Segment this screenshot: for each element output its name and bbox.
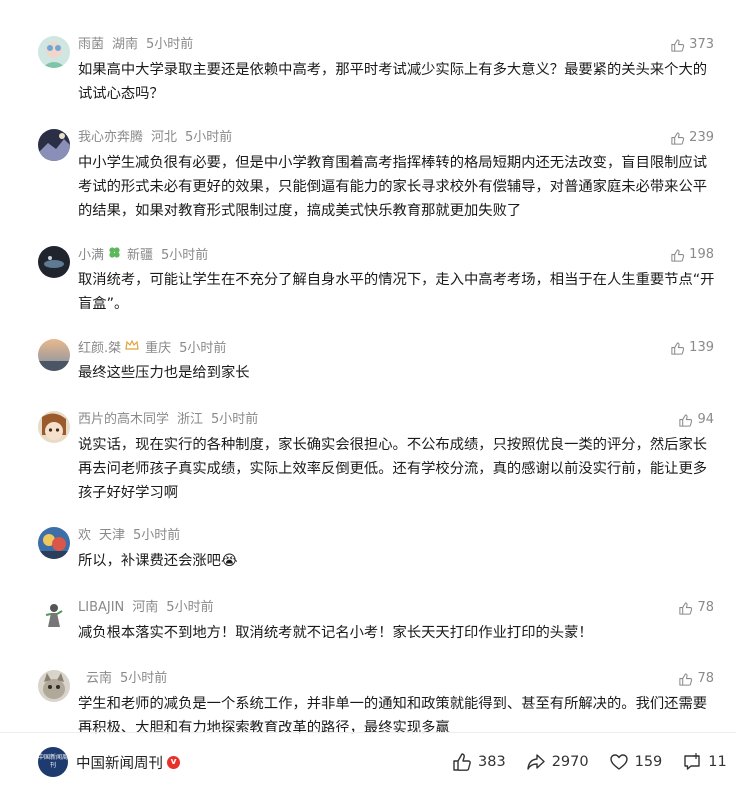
comment-button[interactable]: 11	[682, 752, 727, 772]
location: 浙江	[177, 412, 204, 427]
like-count: 239	[689, 130, 714, 145]
avatar[interactable]	[38, 599, 70, 631]
location: 湖南	[112, 37, 139, 52]
avatar[interactable]	[38, 36, 70, 68]
thumbs-up-icon	[453, 753, 471, 771]
avatar[interactable]	[38, 246, 70, 278]
username[interactable]: 红颜.桀	[78, 341, 121, 356]
like-button[interactable]: 198	[670, 246, 714, 264]
timestamp: 5小时前	[120, 671, 168, 686]
location: 重庆	[145, 340, 172, 356]
avatar[interactable]	[38, 129, 70, 161]
share-icon	[526, 754, 545, 770]
timestamp: 5小时前	[211, 412, 259, 427]
comment-icon	[684, 753, 700, 770]
like-button[interactable]: 239	[670, 129, 714, 147]
share-button[interactable]: 2970	[526, 752, 589, 772]
username[interactable]: 西片的高木同学	[78, 412, 169, 427]
location: 天津	[99, 528, 126, 543]
favorite-button[interactable]: 159	[609, 752, 663, 772]
like-button[interactable]: 94	[678, 411, 714, 429]
comment-text: 说实话，现在实行的各种制度，家长确实会很担心。不公布成绩，只按照优良一类的评分，…	[78, 437, 708, 501]
like-count: 373	[689, 37, 714, 52]
comment-meta: 西片的高木同学 浙江 5小时前	[78, 411, 266, 429]
comment-count: 11	[708, 754, 727, 770]
timestamp: 5小时前	[166, 600, 214, 615]
crown-icon	[125, 339, 139, 357]
location: 云南	[86, 671, 113, 686]
share-count: 2970	[551, 754, 589, 770]
like-count: 198	[689, 247, 714, 262]
favorite-count: 159	[634, 754, 663, 770]
source-logo[interactable]: 中国新闻周刊	[38, 747, 68, 777]
thumbs-up-icon	[671, 131, 685, 145]
username[interactable]: 雨菌	[78, 37, 104, 52]
thumbs-up-icon	[671, 341, 685, 355]
username[interactable]: 小满	[78, 248, 104, 263]
comment-meta: LIBAJIN 河南 5小时前	[78, 599, 222, 617]
like-count: 139	[689, 340, 714, 355]
source-logo-text: 中国新闻周刊	[38, 754, 68, 769]
comment-meta: 小满 新疆 5小时前	[78, 246, 216, 264]
location: 河北	[151, 130, 178, 145]
like-count: 94	[697, 412, 714, 427]
comment-meta: 云南 5小时前	[78, 670, 175, 688]
comment-text: 中小学生减负很有必要，但是中小学教育围着高考指挥棒转的格局短期内还无法改变，盲目…	[78, 155, 708, 219]
location: 河南	[132, 600, 159, 615]
source-name: 中国新闻周刊	[76, 756, 163, 772]
comment-text: 减负根本落实不到地方！取消统考就不记名小考！家长天天打印作业打印的头蒙！	[78, 625, 593, 641]
thumbs-up-icon	[671, 38, 685, 52]
timestamp: 5小时前	[146, 37, 194, 52]
like-button[interactable]: 78	[678, 670, 714, 688]
timestamp: 5小时前	[161, 248, 209, 263]
thumbs-up-icon	[679, 601, 693, 615]
like-button[interactable]: 139	[670, 339, 714, 357]
timestamp: 5小时前	[179, 340, 227, 356]
avatar[interactable]	[38, 411, 70, 443]
like-count: 78	[697, 671, 714, 686]
post-actions: 383 2970 159 11	[452, 752, 727, 772]
comment-text: 所以，补课费还会涨吧😭	[78, 553, 238, 569]
avatar[interactable]	[38, 670, 70, 702]
timestamp: 5小时前	[185, 130, 233, 145]
username[interactable]: LIBAJIN	[78, 600, 124, 615]
thumbs-up-icon	[679, 672, 693, 686]
comment-text: 如果高中大学录取主要还是依赖中高考，那平时考试减少实际上有多大意义？最要紧的关头…	[78, 62, 708, 102]
like-button[interactable]: 78	[678, 599, 714, 617]
comment-meta: 欢天津 5小时前	[78, 527, 188, 545]
thumbs-up-icon	[679, 413, 693, 427]
post-like-count: 383	[478, 754, 506, 770]
location: 新疆	[127, 248, 154, 263]
thumbs-up-icon	[671, 248, 685, 262]
heart-icon	[609, 754, 628, 770]
timestamp: 5小时前	[133, 528, 181, 543]
avatar[interactable]	[38, 527, 70, 559]
like-post-button[interactable]: 383	[452, 752, 506, 772]
comment-meta: 我心亦奔腾 河北 5小时前	[78, 129, 240, 147]
comment-text: 最终这些压力也是给到家长	[78, 365, 250, 381]
avatar[interactable]	[38, 339, 70, 371]
like-count: 78	[697, 600, 714, 615]
post-action-bar: 中国新闻周刊 中国新闻周刊 v 383 2970 159 11	[0, 732, 736, 788]
like-button[interactable]: 373	[670, 36, 714, 54]
comment-text: 取消统考，可能让学生在不充分了解自身水平的情况下，走入中高考考场，相当于在人生重…	[78, 272, 715, 312]
verified-badge-icon: v	[167, 756, 180, 769]
clover-icon	[108, 246, 121, 265]
comment-meta: 雨菌 湖南 5小时前	[78, 36, 201, 54]
comment-meta: 红颜.桀 重庆 5小时前	[78, 339, 234, 357]
username[interactable]: 我心亦奔腾	[78, 130, 143, 145]
source-account[interactable]: 中国新闻周刊 v	[76, 752, 180, 773]
username[interactable]: 欢	[78, 528, 91, 543]
